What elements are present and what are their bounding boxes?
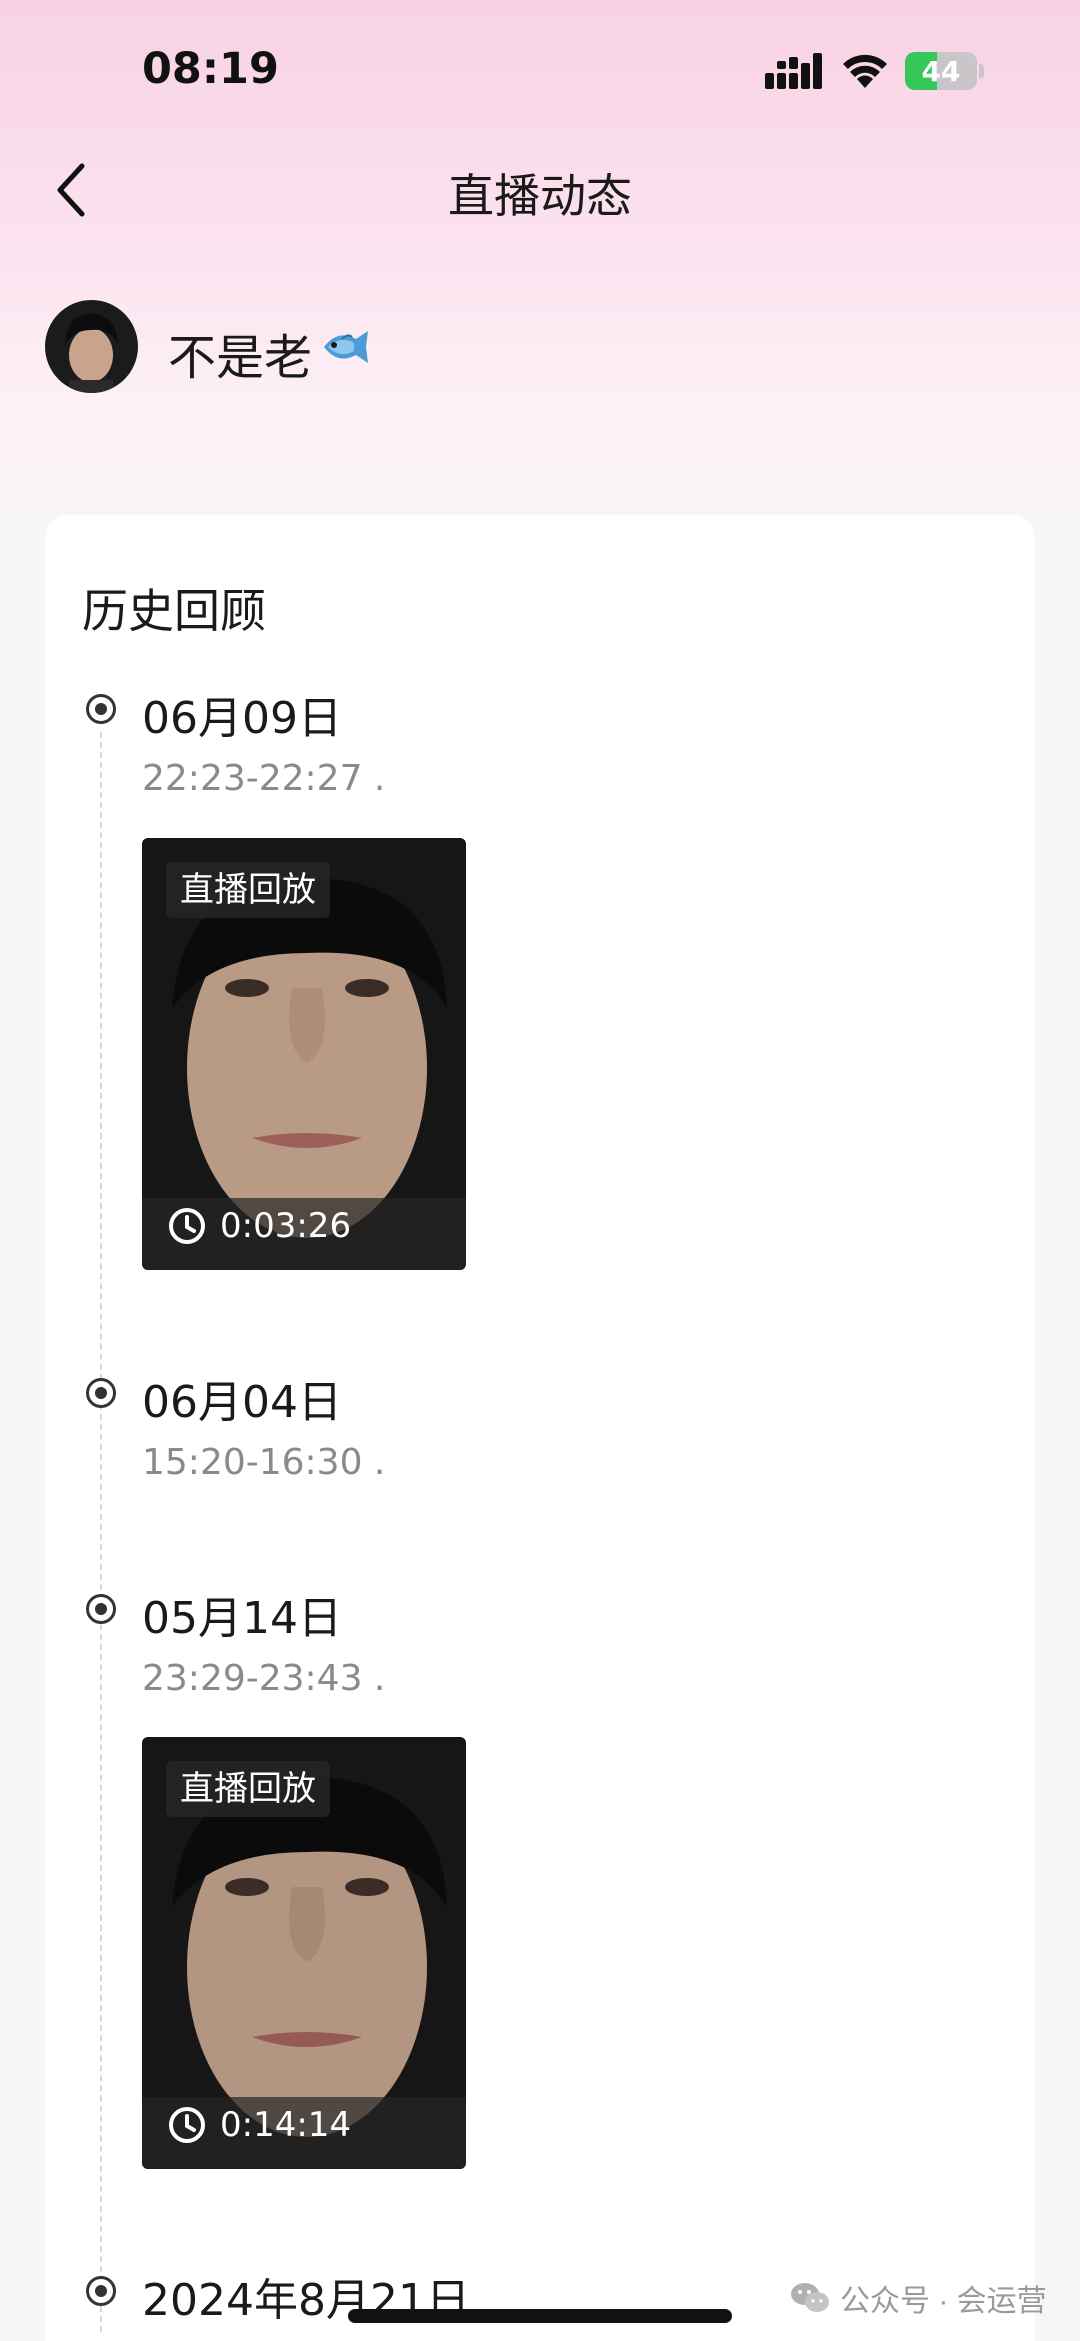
section-title: 历史回顾 — [82, 585, 266, 637]
battery-level-label: 44 — [921, 54, 961, 88]
entry-time-range: 23:29-23:43 . — [142, 1658, 386, 1699]
watermark: 公众号 · 会运营 — [790, 2278, 1047, 2318]
duration-text: 0:03:26 — [220, 1206, 352, 1246]
status-time: 08:19 — [142, 44, 279, 94]
avatar[interactable] — [45, 300, 138, 393]
clock-icon — [169, 2107, 205, 2143]
avatar-image — [45, 300, 138, 393]
live-activity-page: 08:19 44 直播动态 不是老 历史回顾 06月09日 22:23-22:2… — [0, 0, 1080, 2341]
timeline-line — [100, 732, 102, 2332]
entry-time-range: 15:20-16:30 . — [142, 1442, 386, 1483]
battery-body: 44 — [905, 52, 977, 90]
timeline-dot — [86, 1378, 116, 1408]
home-indicator[interactable] — [348, 2309, 732, 2323]
entry-date: 06月09日 — [142, 693, 342, 744]
timeline-dot — [86, 694, 116, 724]
page-title: 直播动态 — [448, 170, 632, 222]
replay-badge: 直播回放 — [166, 862, 330, 918]
entry-time-range: 22:23-22:27 . — [142, 758, 386, 799]
clock-icon — [169, 1208, 205, 1244]
watermark-text: 公众号 · 会运营 — [840, 2285, 1047, 2318]
wechat-icon — [791, 2283, 829, 2312]
status-bar: 08:19 44 — [0, 0, 1080, 150]
timeline-dot — [86, 1594, 116, 1624]
timeline-dot — [86, 2276, 116, 2306]
battery-icon: 44 — [905, 52, 984, 90]
signal-icon — [765, 53, 822, 89]
wifi-icon — [843, 54, 887, 88]
profile-name: 不是老 — [168, 332, 313, 385]
battery-cap — [979, 64, 984, 78]
entry-date: 05月14日 — [142, 1593, 342, 1644]
replay-badge: 直播回放 — [166, 1761, 330, 1817]
duration-text: 0:14:14 — [220, 2105, 352, 2145]
replay-thumbnail[interactable]: 直播回放 0:14:14 — [142, 1737, 466, 2169]
entry-date: 06月04日 — [142, 1377, 342, 1428]
replay-duration: 0:03:26 — [168, 1204, 351, 1248]
fish-icon — [324, 331, 368, 363]
replay-thumbnail[interactable]: 直播回放 0:03:26 — [142, 838, 466, 1270]
replay-duration: 0:14:14 — [168, 2103, 351, 2147]
